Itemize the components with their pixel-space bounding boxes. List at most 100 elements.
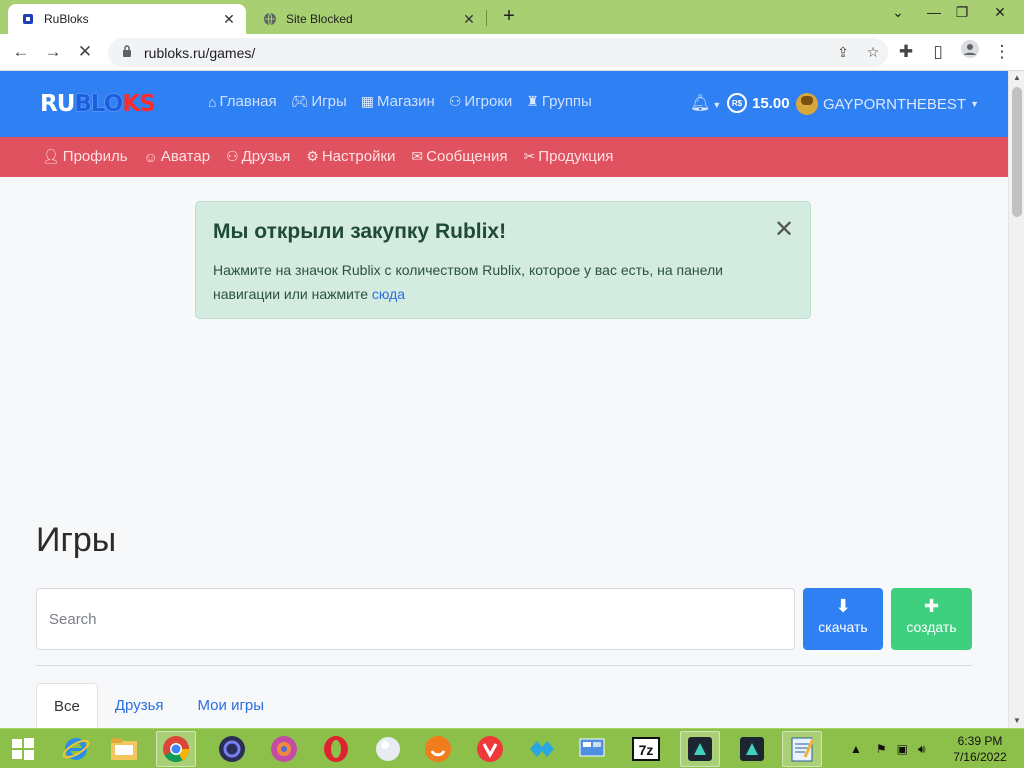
nav-players[interactable]: ⚇ Игроки <box>449 93 512 110</box>
globe-icon <box>262 11 278 27</box>
7zip-icon[interactable]: 7z <box>626 731 666 767</box>
notepad-icon[interactable] <box>782 731 822 767</box>
subnav-label: Сообщения <box>426 148 508 165</box>
user-menu[interactable]: GAYPORNTHEBEST ▼ <box>796 93 979 115</box>
envelope-icon: ✉ <box>411 148 424 164</box>
stop-loading-button[interactable]: ✕ <box>72 40 98 64</box>
windows-start-icon[interactable] <box>4 733 42 765</box>
menu-kebab-icon[interactable]: ⋮ <box>989 40 1015 64</box>
volume-icon[interactable]: 🔊︎ <box>918 742 926 757</box>
browser-tab-site-blocked[interactable]: Site Blocked ✕ <box>250 4 486 34</box>
new-tab-button[interactable]: + <box>498 6 520 28</box>
caret-down-icon: ▼ <box>712 100 722 110</box>
page-scrollbar[interactable]: ▲ ▼ <box>1008 71 1024 728</box>
close-window-button[interactable]: ✕ <box>984 2 1016 24</box>
scrollbar-thumb[interactable] <box>1012 87 1022 217</box>
restore-button[interactable]: ❐ <box>946 2 978 24</box>
scroll-down-icon[interactable]: ▼ <box>1009 714 1024 728</box>
tab-search-icon[interactable]: ⌄ <box>882 2 914 24</box>
chrome-icon[interactable] <box>156 731 196 767</box>
subnav-label: Друзья <box>241 148 291 165</box>
action-center-flag-icon[interactable]: ⚑ <box>876 742 887 756</box>
create-label: создать <box>906 619 957 635</box>
page-title: Игры <box>36 521 117 559</box>
forward-button[interactable]: → <box>40 40 66 64</box>
download-label: скачать <box>818 619 868 635</box>
tools-icon: ✂ <box>523 148 536 164</box>
app-icon-blue-diamond[interactable] <box>522 731 562 767</box>
logo-part: KS <box>122 91 155 117</box>
taskbar-clock[interactable]: 6:39 PM 7/16/2022 <box>948 733 1012 765</box>
browser-tab-rubloks[interactable]: RuBloks ✕ <box>8 4 246 34</box>
back-button[interactable]: ← <box>8 40 34 64</box>
tab-my-games[interactable]: Мои игры <box>181 683 282 728</box>
browser-tabstrip: RuBloks ✕ Site Blocked ✕ + ⌄ — ❐ ✕ <box>0 0 1024 34</box>
app-icon-dark[interactable] <box>212 731 252 767</box>
vivaldi-icon[interactable] <box>470 731 510 767</box>
system-tray: ▲ ⚑ ▣ 🔊︎ <box>850 729 926 768</box>
uc-browser-icon[interactable] <box>418 731 458 767</box>
alert-text: Нажмите на значок Rublix с количеством R… <box>213 258 783 306</box>
nav-groups[interactable]: ♜ Группы <box>526 93 592 110</box>
internet-explorer-icon[interactable] <box>56 731 96 767</box>
top-navbar: RUBLOKS ⌂ Главная 🎮︎ Игры ▦ Магазин ⚇ Игроки… <box>0 71 1008 137</box>
close-icon[interactable]: ✕ <box>774 218 794 242</box>
home-icon: ⌂ <box>208 93 217 110</box>
friends-icon: ⚇ <box>226 148 239 164</box>
notifications-bell-icon[interactable]: 🔔︎ ▼ <box>690 93 721 113</box>
currency-balance[interactable]: R$ 15.00 <box>727 93 790 113</box>
tab-all[interactable]: Все <box>36 683 98 728</box>
site-logo[interactable]: RUBLOKS <box>40 91 156 117</box>
svg-text:7z: 7z <box>639 742 654 758</box>
subnav-friends[interactable]: ⚇ Друзья <box>226 148 290 165</box>
nav-label: Группы <box>541 93 592 110</box>
nav-label: Игроки <box>464 93 513 110</box>
subnav-label: Настройки <box>321 148 396 165</box>
share-icon[interactable]: ⇪ <box>828 44 858 61</box>
nav-home[interactable]: ⌂ Главная <box>208 93 277 110</box>
tab-friends[interactable]: Друзья <box>98 683 181 728</box>
clock-date: 7/16/2022 <box>953 750 1007 764</box>
file-explorer-icon[interactable] <box>104 731 144 767</box>
subnav-messages[interactable]: ✉ Сообщения <box>411 148 507 165</box>
close-tab-icon[interactable]: ✕ <box>460 11 478 28</box>
clock-time: 6:39 PM <box>957 734 1003 748</box>
main-nav: ⌂ Главная 🎮︎ Игры ▦ Магазин ⚇ Игроки ♜ Группы <box>208 93 606 110</box>
subnav-label: Профиль <box>62 148 128 165</box>
games-tabs: Все Друзья Мои игры <box>36 683 281 728</box>
subnav-profile[interactable]: 👤︎ Профиль <box>42 148 128 165</box>
app-icon-swirl[interactable] <box>264 731 304 767</box>
subnav-products[interactable]: ✂ Продукция <box>524 148 614 165</box>
address-bar[interactable]: rubloks.ru/games/ ⇪ ☆ <box>108 38 888 67</box>
person-icon: 👤︎ <box>42 148 60 164</box>
subnav-avatar[interactable]: ☺ Аватар <box>144 148 211 165</box>
nav-shop[interactable]: ▦ Магазин <box>361 93 435 110</box>
profile-icon[interactable] <box>957 40 983 64</box>
show-hidden-icons-icon[interactable]: ▲ <box>850 742 862 756</box>
side-panel-icon[interactable]: ▯ <box>925 40 951 64</box>
alert-title: Мы открыли закупку Rublix! <box>213 220 507 243</box>
windows-taskbar: 7z ▲ ⚑ ▣ 🔊︎ 6:39 PM 7/16/2022 <box>0 728 1024 768</box>
scroll-up-icon[interactable]: ▲ <box>1009 71 1024 85</box>
opera-icon[interactable] <box>316 731 356 767</box>
search-input[interactable] <box>36 588 795 650</box>
extensions-icon[interactable]: ✚ <box>893 40 919 64</box>
nav-games[interactable]: 🎮︎ Игры <box>291 93 347 110</box>
app-icon-sphere[interactable] <box>368 731 408 767</box>
avatar <box>796 93 818 115</box>
filmora-icon-2[interactable] <box>732 731 772 767</box>
control-panel-icon[interactable] <box>572 731 612 767</box>
tab-title: Site Blocked <box>286 12 353 26</box>
subnav-settings[interactable]: ⚙ Настройки <box>306 148 395 165</box>
network-icon[interactable]: ▣ <box>897 742 908 756</box>
filmora-icon[interactable] <box>680 731 720 767</box>
alert-link[interactable]: сюда <box>372 286 405 302</box>
tab-separator <box>486 10 487 26</box>
download-button[interactable]: ⬇ скачать <box>803 588 883 650</box>
download-icon: ⬇ <box>835 596 851 616</box>
close-tab-icon[interactable]: ✕ <box>220 11 238 28</box>
create-button[interactable]: ✚ создать <box>891 588 972 650</box>
lock-icon <box>122 44 134 62</box>
plus-icon: ✚ <box>923 596 940 616</box>
bookmark-star-icon[interactable]: ☆ <box>858 44 888 61</box>
